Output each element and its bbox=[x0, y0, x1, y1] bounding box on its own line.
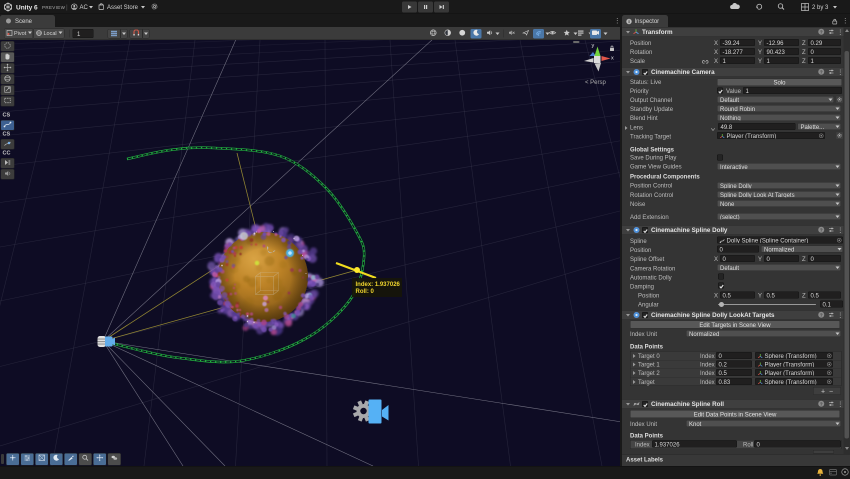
svg-text:?: ? bbox=[820, 227, 823, 232]
svg-text:Index: 1.937026: Index: 1.937026 bbox=[356, 282, 401, 288]
svg-text:x: x bbox=[611, 56, 614, 62]
svg-text:< Persp: < Persp bbox=[585, 80, 607, 86]
svg-text:?: ? bbox=[820, 69, 823, 74]
svg-text:?: ? bbox=[820, 29, 823, 34]
svg-text:y: y bbox=[592, 43, 595, 49]
svg-text:?: ? bbox=[820, 401, 823, 406]
svg-text:?: ? bbox=[820, 312, 823, 317]
svg-text:Roll: 0: Roll: 0 bbox=[356, 289, 375, 295]
